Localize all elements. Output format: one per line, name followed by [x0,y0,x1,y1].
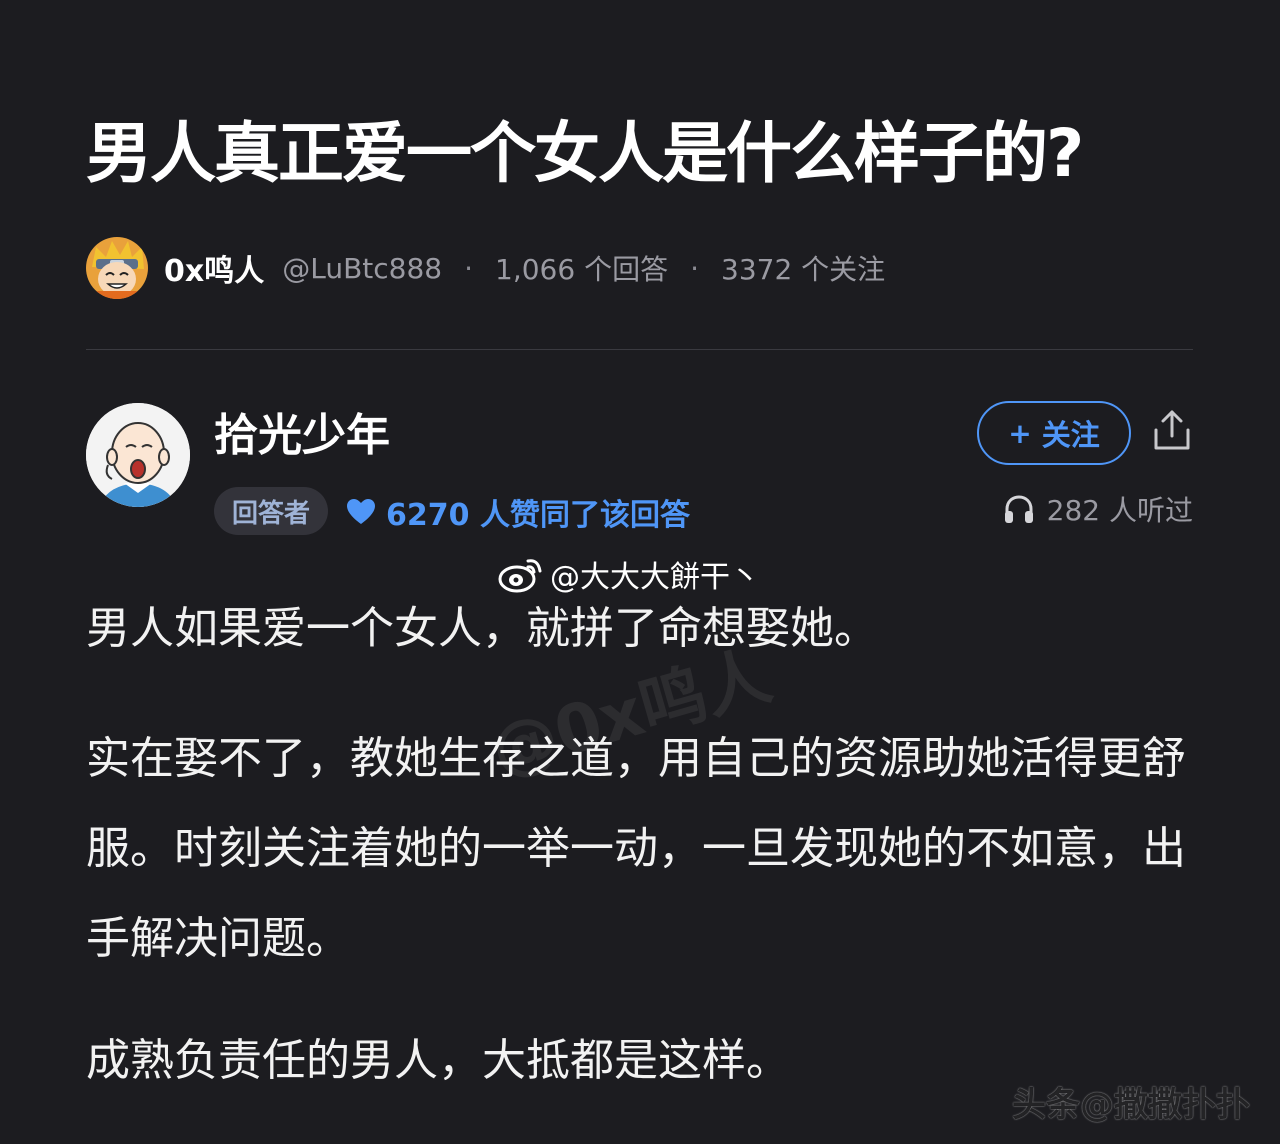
asker-name[interactable]: 0x鸣人 [164,246,264,290]
share-icon[interactable] [1152,408,1192,452]
corner-watermark: 头条@撒撒扑扑 [1012,1085,1250,1125]
separator-dot: · [690,251,699,285]
listen-info: 282 人听过 [1003,487,1193,531]
follow-button[interactable]: + 关注 [977,401,1131,465]
question-title: 男人真正爱一个女人是什么样子的? [86,115,1084,192]
listen-count: 282 人听过 [1046,494,1193,527]
likes-count: 6270 人赞同了该回答 [386,498,690,533]
answer-paragraph: 男人如果爱一个女人，就拼了命想娶她。 [86,603,878,654]
bald-cartoon-avatar-icon [86,403,190,507]
separator-dot: · [464,251,474,285]
answerer-name[interactable]: 拾光少年 [214,408,390,464]
asker-handle[interactable]: @LuBtc888 [282,252,442,285]
answers-count[interactable]: 1,066 个回答 [495,248,668,288]
answer-paragraph: 实在娶不了，教她生存之道，用自己的资源助她活得更舒服。时刻关注着她的一举一动，一… [86,733,1186,964]
asker-info: 0x鸣人 @LuBtc888 · 1,066 个回答 · 3372 个关注 [86,236,885,300]
plus-icon: + [1008,416,1032,450]
cartoon-avatar-icon [86,237,148,299]
divider [86,349,1193,350]
role-badge: 回答者 [214,487,328,535]
follow-label: 关注 [1041,418,1100,452]
likes-info: 6270 人赞同了该回答 [346,490,690,534]
followers-count[interactable]: 3372 个关注 [721,248,885,288]
heart-icon [346,498,376,526]
answerer-avatar[interactable] [86,403,190,507]
headphones-icon [1003,494,1035,524]
asker-avatar[interactable] [86,237,148,299]
